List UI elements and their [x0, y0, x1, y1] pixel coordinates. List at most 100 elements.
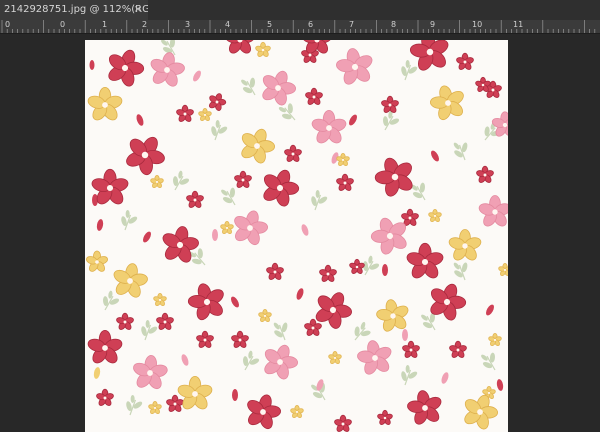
ruler-label: 10: [472, 20, 483, 29]
close-icon[interactable]: ×: [134, 0, 142, 20]
leaf-sprig: [453, 142, 468, 161]
bud: [231, 296, 239, 308]
ruler-label: 9: [430, 20, 436, 29]
flower: [87, 86, 123, 121]
flower: [96, 388, 114, 406]
flower: [407, 390, 442, 425]
bud: [181, 354, 189, 366]
flower: [166, 394, 184, 412]
bud: [93, 367, 101, 379]
floral-pattern-image: [86, 40, 508, 432]
ruler-label: 3: [185, 20, 191, 29]
bud: [486, 304, 494, 316]
document-tab-title: 2142928751.jpg @ 112%(RGB/8#): [4, 4, 148, 15]
flower: [150, 52, 185, 87]
leaf-sprig: [126, 394, 143, 416]
flower: [430, 283, 467, 321]
flower: [406, 242, 444, 279]
flower: [258, 309, 272, 323]
bud: [441, 372, 449, 384]
flower: [284, 144, 302, 162]
leaf-sprig: [481, 352, 496, 371]
flower: [87, 329, 123, 364]
flower: [208, 93, 227, 111]
flower: [176, 104, 194, 122]
flower: [262, 70, 296, 106]
ruler-label: 8: [391, 20, 397, 29]
flower: [234, 210, 268, 246]
bud: [212, 229, 218, 241]
flower: [464, 394, 498, 430]
flower: [86, 250, 108, 272]
ruler-label: 4: [225, 20, 231, 29]
flower: [319, 264, 337, 282]
flower: [377, 409, 393, 425]
leaf-sprig: [401, 59, 418, 81]
bud: [232, 389, 238, 401]
leaf-sprig: [383, 110, 400, 131]
document-canvas[interactable]: [85, 40, 508, 432]
flower: [148, 401, 162, 415]
leaf-sprig: [243, 350, 260, 371]
ruler-label: 1: [102, 20, 108, 29]
flower: [428, 209, 442, 223]
flower: [241, 128, 275, 164]
flower: [255, 41, 271, 57]
flower: [196, 330, 214, 348]
bud: [496, 379, 504, 391]
flower: [231, 330, 249, 348]
flower: [177, 375, 213, 410]
ruler-label: 0: [60, 20, 66, 29]
flower: [187, 283, 224, 321]
flower: [263, 169, 300, 207]
bud: [349, 114, 357, 126]
ruler-label: 6: [308, 20, 314, 29]
flower: [311, 109, 347, 144]
ruler-label: 5: [267, 20, 273, 29]
ruler-label: 2: [142, 20, 148, 29]
leaf-sprig: [121, 209, 138, 231]
flower: [334, 414, 352, 432]
canvas-area[interactable]: [0, 34, 600, 432]
flower: [150, 175, 164, 189]
flower: [357, 340, 392, 375]
flower: [456, 52, 474, 70]
flower: [475, 76, 491, 92]
flower: [448, 229, 482, 261]
leaf-sprig: [311, 189, 328, 211]
flower: [449, 340, 467, 358]
ruler-ticks: [1, 20, 596, 33]
bud: [402, 329, 408, 341]
flower: [247, 394, 281, 430]
flower: [374, 157, 413, 197]
flower: [198, 108, 212, 122]
flower: [116, 312, 134, 330]
flower: [478, 195, 508, 227]
bud: [296, 288, 304, 300]
ruler-label: 7: [349, 20, 355, 29]
flower: [234, 170, 252, 188]
bud: [89, 60, 95, 70]
document-tab[interactable]: 2142928751.jpg @ 112%(RGB/8#) ×: [0, 0, 148, 20]
ruler-label: 11: [513, 20, 524, 29]
bud: [136, 114, 144, 126]
document-tab-bar: 2142928751.jpg @ 112%(RGB/8#) ×: [0, 0, 600, 21]
flower: [153, 293, 167, 307]
flower: [126, 136, 165, 176]
bud: [193, 70, 201, 82]
flower: [349, 258, 365, 274]
flower: [488, 333, 502, 347]
leaf-sprig: [453, 262, 468, 281]
flower: [304, 318, 322, 336]
flower: [476, 165, 494, 183]
bud: [431, 150, 439, 162]
flower: [430, 85, 464, 121]
flower: [328, 351, 342, 365]
flower: [108, 49, 145, 87]
leaf-sprig: [241, 77, 256, 96]
leaf-sprig: [173, 170, 190, 191]
flower: [290, 405, 304, 419]
flower: [402, 340, 420, 358]
bud: [143, 231, 151, 243]
flower: [336, 48, 373, 85]
